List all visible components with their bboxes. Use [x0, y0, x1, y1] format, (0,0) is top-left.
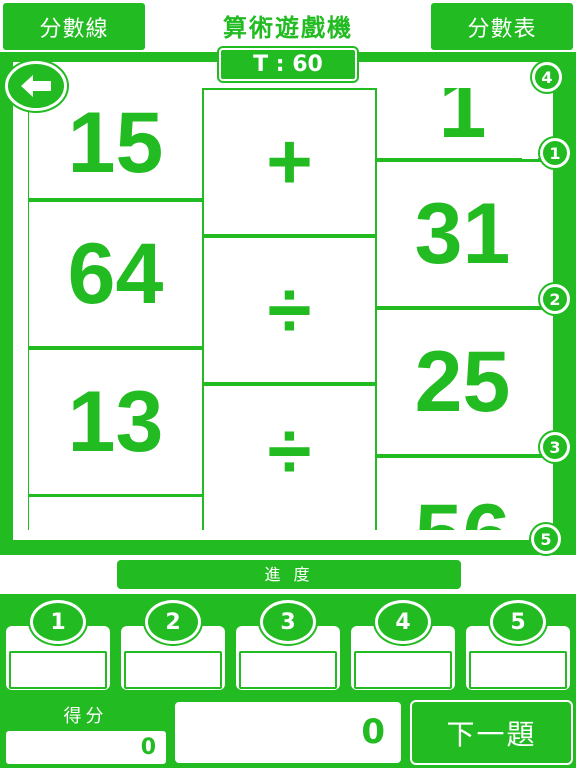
reel-cell: [29, 497, 202, 530]
reel-left[interactable]: 15 64 13: [29, 88, 202, 530]
row-marker-3: 3: [540, 432, 570, 462]
answer-display: 0: [173, 700, 403, 765]
answer-slot-box: [354, 651, 452, 689]
reel-operator: ÷: [267, 265, 312, 354]
marker-tick: [522, 301, 538, 305]
row-marker-1: 1: [540, 138, 570, 168]
answer-slot-number: 2: [145, 600, 201, 644]
marker-tick: [522, 442, 538, 446]
score-value: 0: [6, 731, 166, 764]
reel-board: 15 64 13 + ÷ ÷ 1 31 25 56: [28, 88, 548, 530]
marker-tick: [522, 294, 538, 298]
reel-cell: 13: [29, 350, 202, 494]
reel-cell: ÷: [204, 238, 375, 382]
reel-number: 56: [415, 486, 511, 530]
reel-cell: 31: [377, 162, 548, 306]
answer-slot-box: [239, 651, 337, 689]
reel-number: 15: [67, 94, 164, 191]
answer-slot-number: 1: [30, 600, 86, 644]
reel-cell: 64: [29, 202, 202, 346]
score-table-button[interactable]: 分數表: [431, 3, 573, 50]
row-marker-2: 2: [540, 284, 570, 314]
answer-slot-number: 5: [490, 600, 546, 644]
progress-bar: 進 度: [117, 560, 461, 589]
reel-operator: ÷: [267, 406, 312, 495]
answer-slot-box: [469, 651, 567, 689]
marker-tick: [522, 449, 538, 453]
arrow-left-icon: [21, 75, 51, 97]
timer-display: T : 60: [219, 48, 357, 81]
row-marker-5: 5: [531, 524, 561, 554]
reel-middle[interactable]: + ÷ ÷: [204, 88, 375, 530]
reel-number: 31: [414, 185, 511, 282]
back-button[interactable]: [5, 61, 67, 111]
next-question-button[interactable]: 下一題: [410, 700, 573, 765]
score-label: 得分: [63, 706, 108, 727]
answer-slot-number: 4: [375, 600, 431, 644]
reel-number: 25: [414, 333, 511, 430]
marker-tick: [522, 155, 538, 159]
reel-cell: +: [204, 90, 375, 234]
reel-cell: 25: [377, 310, 548, 454]
reel-number: 64: [67, 225, 164, 322]
answer-slot-number: 3: [260, 600, 316, 644]
marker-tick: [522, 148, 538, 152]
row-marker-4: 4: [532, 62, 562, 92]
reel-cell: ÷: [204, 386, 375, 530]
reel-operator: +: [266, 117, 313, 206]
answer-slot-box: [124, 651, 222, 689]
reel-number: 13: [67, 373, 164, 470]
reel-number: 1: [438, 88, 487, 156]
answer-slot-box: [9, 651, 107, 689]
app-title: 算術遊戲機: [223, 14, 353, 42]
score-line-button[interactable]: 分數線: [3, 3, 145, 50]
